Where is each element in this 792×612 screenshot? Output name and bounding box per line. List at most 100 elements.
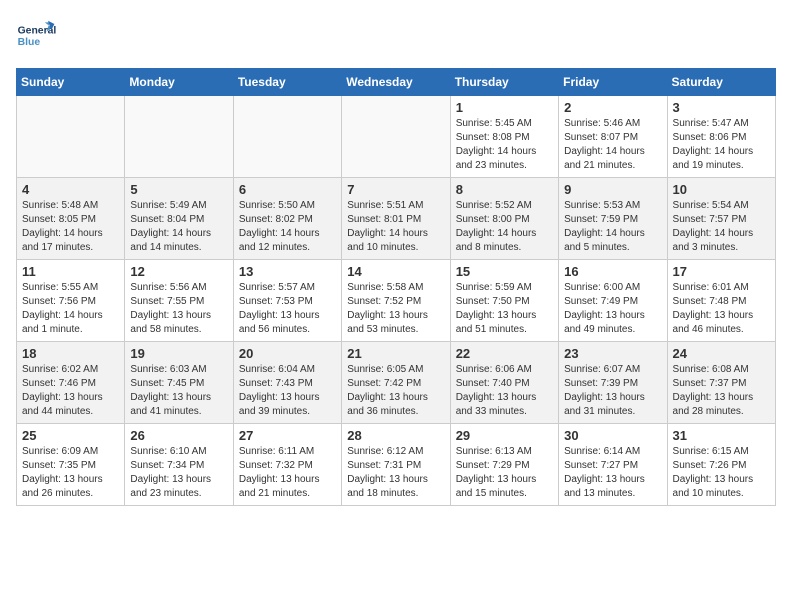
calendar-week-row: 18 Sunrise: 6:02 AM Sunset: 7:46 PM Dayli… bbox=[17, 342, 776, 424]
day-number: 7 bbox=[347, 182, 444, 197]
day-number: 23 bbox=[564, 346, 661, 361]
day-header: Wednesday bbox=[342, 69, 450, 96]
day-info: Sunrise: 6:10 AM Sunset: 7:34 PM Dayligh… bbox=[130, 445, 227, 501]
day-number: 12 bbox=[130, 264, 227, 279]
day-number: 24 bbox=[673, 346, 770, 361]
day-number: 9 bbox=[564, 182, 661, 197]
calendar-week-row: 1Sunrise: 5:45 AM Sunset: 8:08 PM Daylig… bbox=[17, 96, 776, 178]
day-info: Sunrise: 5:49 AM Sunset: 8:04 PM Dayligh… bbox=[130, 199, 227, 255]
calendar-cell bbox=[342, 96, 450, 178]
day-number: 6 bbox=[239, 182, 336, 197]
day-info: Sunrise: 6:00 AM Sunset: 7:49 PM Dayligh… bbox=[564, 281, 661, 337]
day-info: Sunrise: 5:53 AM Sunset: 7:59 PM Dayligh… bbox=[564, 199, 661, 255]
day-info: Sunrise: 6:02 AM Sunset: 7:46 PM Dayligh… bbox=[22, 363, 119, 419]
day-info: Sunrise: 5:47 AM Sunset: 8:06 PM Dayligh… bbox=[673, 117, 770, 173]
day-number: 17 bbox=[673, 264, 770, 279]
logo-icon: General Blue bbox=[16, 16, 56, 56]
day-info: Sunrise: 6:04 AM Sunset: 7:43 PM Dayligh… bbox=[239, 363, 336, 419]
day-number: 19 bbox=[130, 346, 227, 361]
calendar-cell: 17 Sunrise: 6:01 AM Sunset: 7:48 PM Dayli… bbox=[667, 260, 775, 342]
calendar-cell: 13 Sunrise: 5:57 AM Sunset: 7:53 PM Dayli… bbox=[233, 260, 341, 342]
day-info: Sunrise: 5:58 AM Sunset: 7:52 PM Dayligh… bbox=[347, 281, 444, 337]
day-info: Sunrise: 6:09 AM Sunset: 7:35 PM Dayligh… bbox=[22, 445, 119, 501]
calendar-cell: 2 Sunrise: 5:46 AM Sunset: 8:07 PM Daylig… bbox=[559, 96, 667, 178]
header-row: SundayMondayTuesdayWednesdayThursdayFrid… bbox=[17, 69, 776, 96]
day-info: Sunrise: 6:07 AM Sunset: 7:39 PM Dayligh… bbox=[564, 363, 661, 419]
svg-text:Blue: Blue bbox=[18, 37, 41, 48]
day-info: Sunrise: 5:57 AM Sunset: 7:53 PM Dayligh… bbox=[239, 281, 336, 337]
day-number: 18 bbox=[22, 346, 119, 361]
day-number: 15 bbox=[456, 264, 553, 279]
calendar-cell: 12 Sunrise: 5:56 AM Sunset: 7:55 PM Dayli… bbox=[125, 260, 233, 342]
day-header: Monday bbox=[125, 69, 233, 96]
calendar-cell: 5 Sunrise: 5:49 AM Sunset: 8:04 PM Daylig… bbox=[125, 178, 233, 260]
calendar-cell: 1Sunrise: 5:45 AM Sunset: 8:08 PM Daylig… bbox=[450, 96, 558, 178]
calendar-cell: 20 Sunrise: 6:04 AM Sunset: 7:43 PM Dayli… bbox=[233, 342, 341, 424]
day-header: Tuesday bbox=[233, 69, 341, 96]
day-info: Sunrise: 5:55 AM Sunset: 7:56 PM Dayligh… bbox=[22, 281, 119, 337]
calendar-week-row: 25Sunrise: 6:09 AM Sunset: 7:35 PM Dayli… bbox=[17, 424, 776, 506]
day-info: Sunrise: 5:50 AM Sunset: 8:02 PM Dayligh… bbox=[239, 199, 336, 255]
day-number: 2 bbox=[564, 100, 661, 115]
calendar-cell: 11 Sunrise: 5:55 AM Sunset: 7:56 PM Dayli… bbox=[17, 260, 125, 342]
calendar-cell: 14 Sunrise: 5:58 AM Sunset: 7:52 PM Dayli… bbox=[342, 260, 450, 342]
day-number: 13 bbox=[239, 264, 336, 279]
calendar-cell: 29 Sunrise: 6:13 AM Sunset: 7:29 PM Dayli… bbox=[450, 424, 558, 506]
day-header: Thursday bbox=[450, 69, 558, 96]
day-number: 3 bbox=[673, 100, 770, 115]
day-info: Sunrise: 6:08 AM Sunset: 7:37 PM Dayligh… bbox=[673, 363, 770, 419]
calendar-cell: 24 Sunrise: 6:08 AM Sunset: 7:37 PM Dayli… bbox=[667, 342, 775, 424]
day-number: 16 bbox=[564, 264, 661, 279]
calendar-cell bbox=[125, 96, 233, 178]
day-number: 8 bbox=[456, 182, 553, 197]
calendar-cell: 4 Sunrise: 5:48 AM Sunset: 8:05 PM Daylig… bbox=[17, 178, 125, 260]
day-info: Sunrise: 5:51 AM Sunset: 8:01 PM Dayligh… bbox=[347, 199, 444, 255]
day-number: 5 bbox=[130, 182, 227, 197]
day-number: 31 bbox=[673, 428, 770, 443]
day-number: 4 bbox=[22, 182, 119, 197]
calendar-cell bbox=[233, 96, 341, 178]
day-info: Sunrise: 6:13 AM Sunset: 7:29 PM Dayligh… bbox=[456, 445, 553, 501]
day-header: Friday bbox=[559, 69, 667, 96]
day-header: Sunday bbox=[17, 69, 125, 96]
calendar-cell: 7 Sunrise: 5:51 AM Sunset: 8:01 PM Daylig… bbox=[342, 178, 450, 260]
calendar-cell: 8 Sunrise: 5:52 AM Sunset: 8:00 PM Daylig… bbox=[450, 178, 558, 260]
day-number: 10 bbox=[673, 182, 770, 197]
calendar-cell: 6 Sunrise: 5:50 AM Sunset: 8:02 PM Daylig… bbox=[233, 178, 341, 260]
day-number: 21 bbox=[347, 346, 444, 361]
day-number: 28 bbox=[347, 428, 444, 443]
day-number: 29 bbox=[456, 428, 553, 443]
day-info: Sunrise: 6:01 AM Sunset: 7:48 PM Dayligh… bbox=[673, 281, 770, 337]
day-number: 30 bbox=[564, 428, 661, 443]
logo: General Blue bbox=[16, 16, 60, 56]
calendar-cell: 10 Sunrise: 5:54 AM Sunset: 7:57 PM Dayli… bbox=[667, 178, 775, 260]
day-info: Sunrise: 6:12 AM Sunset: 7:31 PM Dayligh… bbox=[347, 445, 444, 501]
day-info: Sunrise: 5:54 AM Sunset: 7:57 PM Dayligh… bbox=[673, 199, 770, 255]
day-info: Sunrise: 6:05 AM Sunset: 7:42 PM Dayligh… bbox=[347, 363, 444, 419]
calendar-cell: 25Sunrise: 6:09 AM Sunset: 7:35 PM Dayli… bbox=[17, 424, 125, 506]
calendar-cell: 15 Sunrise: 5:59 AM Sunset: 7:50 PM Dayli… bbox=[450, 260, 558, 342]
day-info: Sunrise: 5:48 AM Sunset: 8:05 PM Dayligh… bbox=[22, 199, 119, 255]
day-info: Sunrise: 5:56 AM Sunset: 7:55 PM Dayligh… bbox=[130, 281, 227, 337]
day-number: 20 bbox=[239, 346, 336, 361]
day-number: 22 bbox=[456, 346, 553, 361]
day-info: Sunrise: 5:45 AM Sunset: 8:08 PM Dayligh… bbox=[456, 117, 553, 173]
calendar-cell: 23 Sunrise: 6:07 AM Sunset: 7:39 PM Dayli… bbox=[559, 342, 667, 424]
calendar-cell: 22 Sunrise: 6:06 AM Sunset: 7:40 PM Dayli… bbox=[450, 342, 558, 424]
day-number: 26 bbox=[130, 428, 227, 443]
day-info: Sunrise: 5:46 AM Sunset: 8:07 PM Dayligh… bbox=[564, 117, 661, 173]
calendar-cell: 26 Sunrise: 6:10 AM Sunset: 7:34 PM Dayli… bbox=[125, 424, 233, 506]
calendar-table: SundayMondayTuesdayWednesdayThursdayFrid… bbox=[16, 68, 776, 506]
header: General Blue bbox=[16, 16, 776, 56]
day-number: 11 bbox=[22, 264, 119, 279]
calendar-cell: 3 Sunrise: 5:47 AM Sunset: 8:06 PM Daylig… bbox=[667, 96, 775, 178]
day-info: Sunrise: 5:52 AM Sunset: 8:00 PM Dayligh… bbox=[456, 199, 553, 255]
day-info: Sunrise: 6:14 AM Sunset: 7:27 PM Dayligh… bbox=[564, 445, 661, 501]
day-number: 27 bbox=[239, 428, 336, 443]
day-info: Sunrise: 5:59 AM Sunset: 7:50 PM Dayligh… bbox=[456, 281, 553, 337]
calendar-week-row: 11 Sunrise: 5:55 AM Sunset: 7:56 PM Dayli… bbox=[17, 260, 776, 342]
day-info: Sunrise: 6:06 AM Sunset: 7:40 PM Dayligh… bbox=[456, 363, 553, 419]
day-header: Saturday bbox=[667, 69, 775, 96]
day-number: 14 bbox=[347, 264, 444, 279]
calendar-cell: 31Sunrise: 6:15 AM Sunset: 7:26 PM Dayli… bbox=[667, 424, 775, 506]
